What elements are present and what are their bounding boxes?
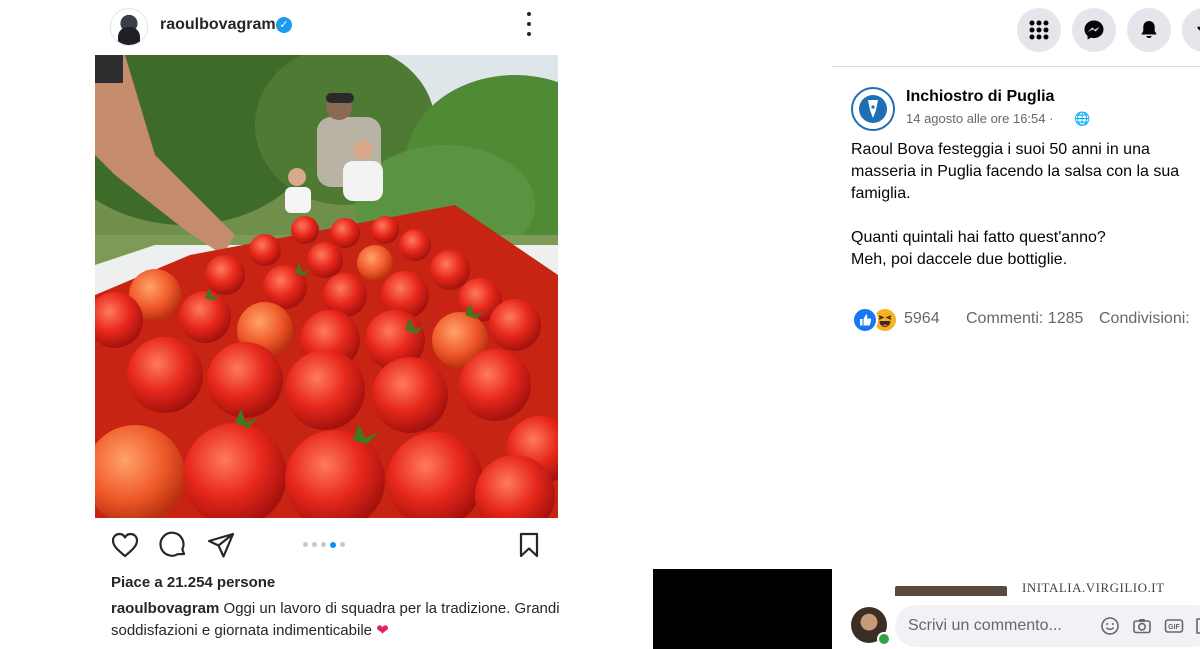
page-name[interactable]: Inchiostro di Puglia	[906, 88, 1054, 106]
reactions-count[interactable]: 5964	[904, 310, 940, 328]
instagram-likes-count[interactable]: Piace a 21.254 persone	[111, 574, 275, 591]
more-options-icon[interactable]	[526, 12, 532, 36]
instagram-post-photo[interactable]	[95, 55, 558, 518]
instagram-avatar[interactable]	[110, 8, 148, 46]
comment-icon[interactable]	[158, 530, 188, 560]
instagram-username[interactable]: raoulbovagram	[160, 16, 276, 34]
like-reaction-icon	[852, 307, 878, 333]
black-redaction-box	[653, 569, 832, 649]
comments-count[interactable]: Commenti: 1285	[966, 310, 1083, 328]
emoji-icon[interactable]	[1100, 616, 1120, 636]
post-text: Raoul Bova festeggia i suoi 50 anni in u…	[851, 139, 1200, 271]
carousel-indicator	[303, 541, 345, 548]
reactions-icons[interactable]	[852, 307, 898, 333]
news-source-domain[interactable]: INITALIA.VIRGILIO.IT	[1022, 580, 1165, 596]
sticker-icon[interactable]	[1194, 616, 1200, 636]
heart-icon[interactable]	[110, 530, 140, 560]
online-status-indicator	[877, 632, 891, 646]
header-divider	[832, 66, 1200, 67]
post-text-line: Raoul Bova festeggia i suoi 50 anni in u…	[851, 141, 1180, 202]
post-text-line: Meh, poi daccele due bottiglie.	[851, 251, 1068, 268]
red-heart-emoji: ❤	[376, 622, 389, 639]
camera-icon[interactable]	[1132, 616, 1152, 636]
instagram-action-bar	[110, 530, 550, 562]
globe-icon: 🌐	[1074, 111, 1091, 126]
comment-placeholder: Scrivi un commento...	[908, 617, 1062, 634]
svg-text:GIF: GIF	[1168, 624, 1180, 631]
notifications-bell-icon[interactable]	[1127, 8, 1171, 52]
instagram-post-header: raoulbovagram ✓	[110, 6, 550, 46]
post-text-line: Quanti quintali hai fatto quest'anno?	[851, 229, 1106, 246]
gif-icon[interactable]: GIF	[1164, 616, 1184, 636]
shares-count[interactable]: Condivisioni:	[1099, 310, 1190, 328]
account-menu-icon[interactable]	[1182, 8, 1200, 52]
news-preview-thumbnail[interactable]	[895, 586, 1007, 596]
instagram-caption: raoulbovagram Oggi un lavoro di squadra …	[111, 598, 571, 642]
comment-input[interactable]: Scrivi un commento... GIF	[895, 605, 1200, 647]
caption-username[interactable]: raoulbovagram	[111, 600, 219, 617]
page-avatar[interactable]	[851, 87, 895, 131]
post-timestamp[interactable]: 14 agosto alle ore 16:54 ·	[906, 111, 1053, 126]
apps-grid-icon[interactable]	[1017, 8, 1061, 52]
messenger-icon[interactable]	[1072, 8, 1116, 52]
verified-badge-icon: ✓	[276, 17, 292, 33]
bookmark-icon[interactable]	[514, 530, 544, 560]
share-icon[interactable]	[206, 530, 236, 560]
